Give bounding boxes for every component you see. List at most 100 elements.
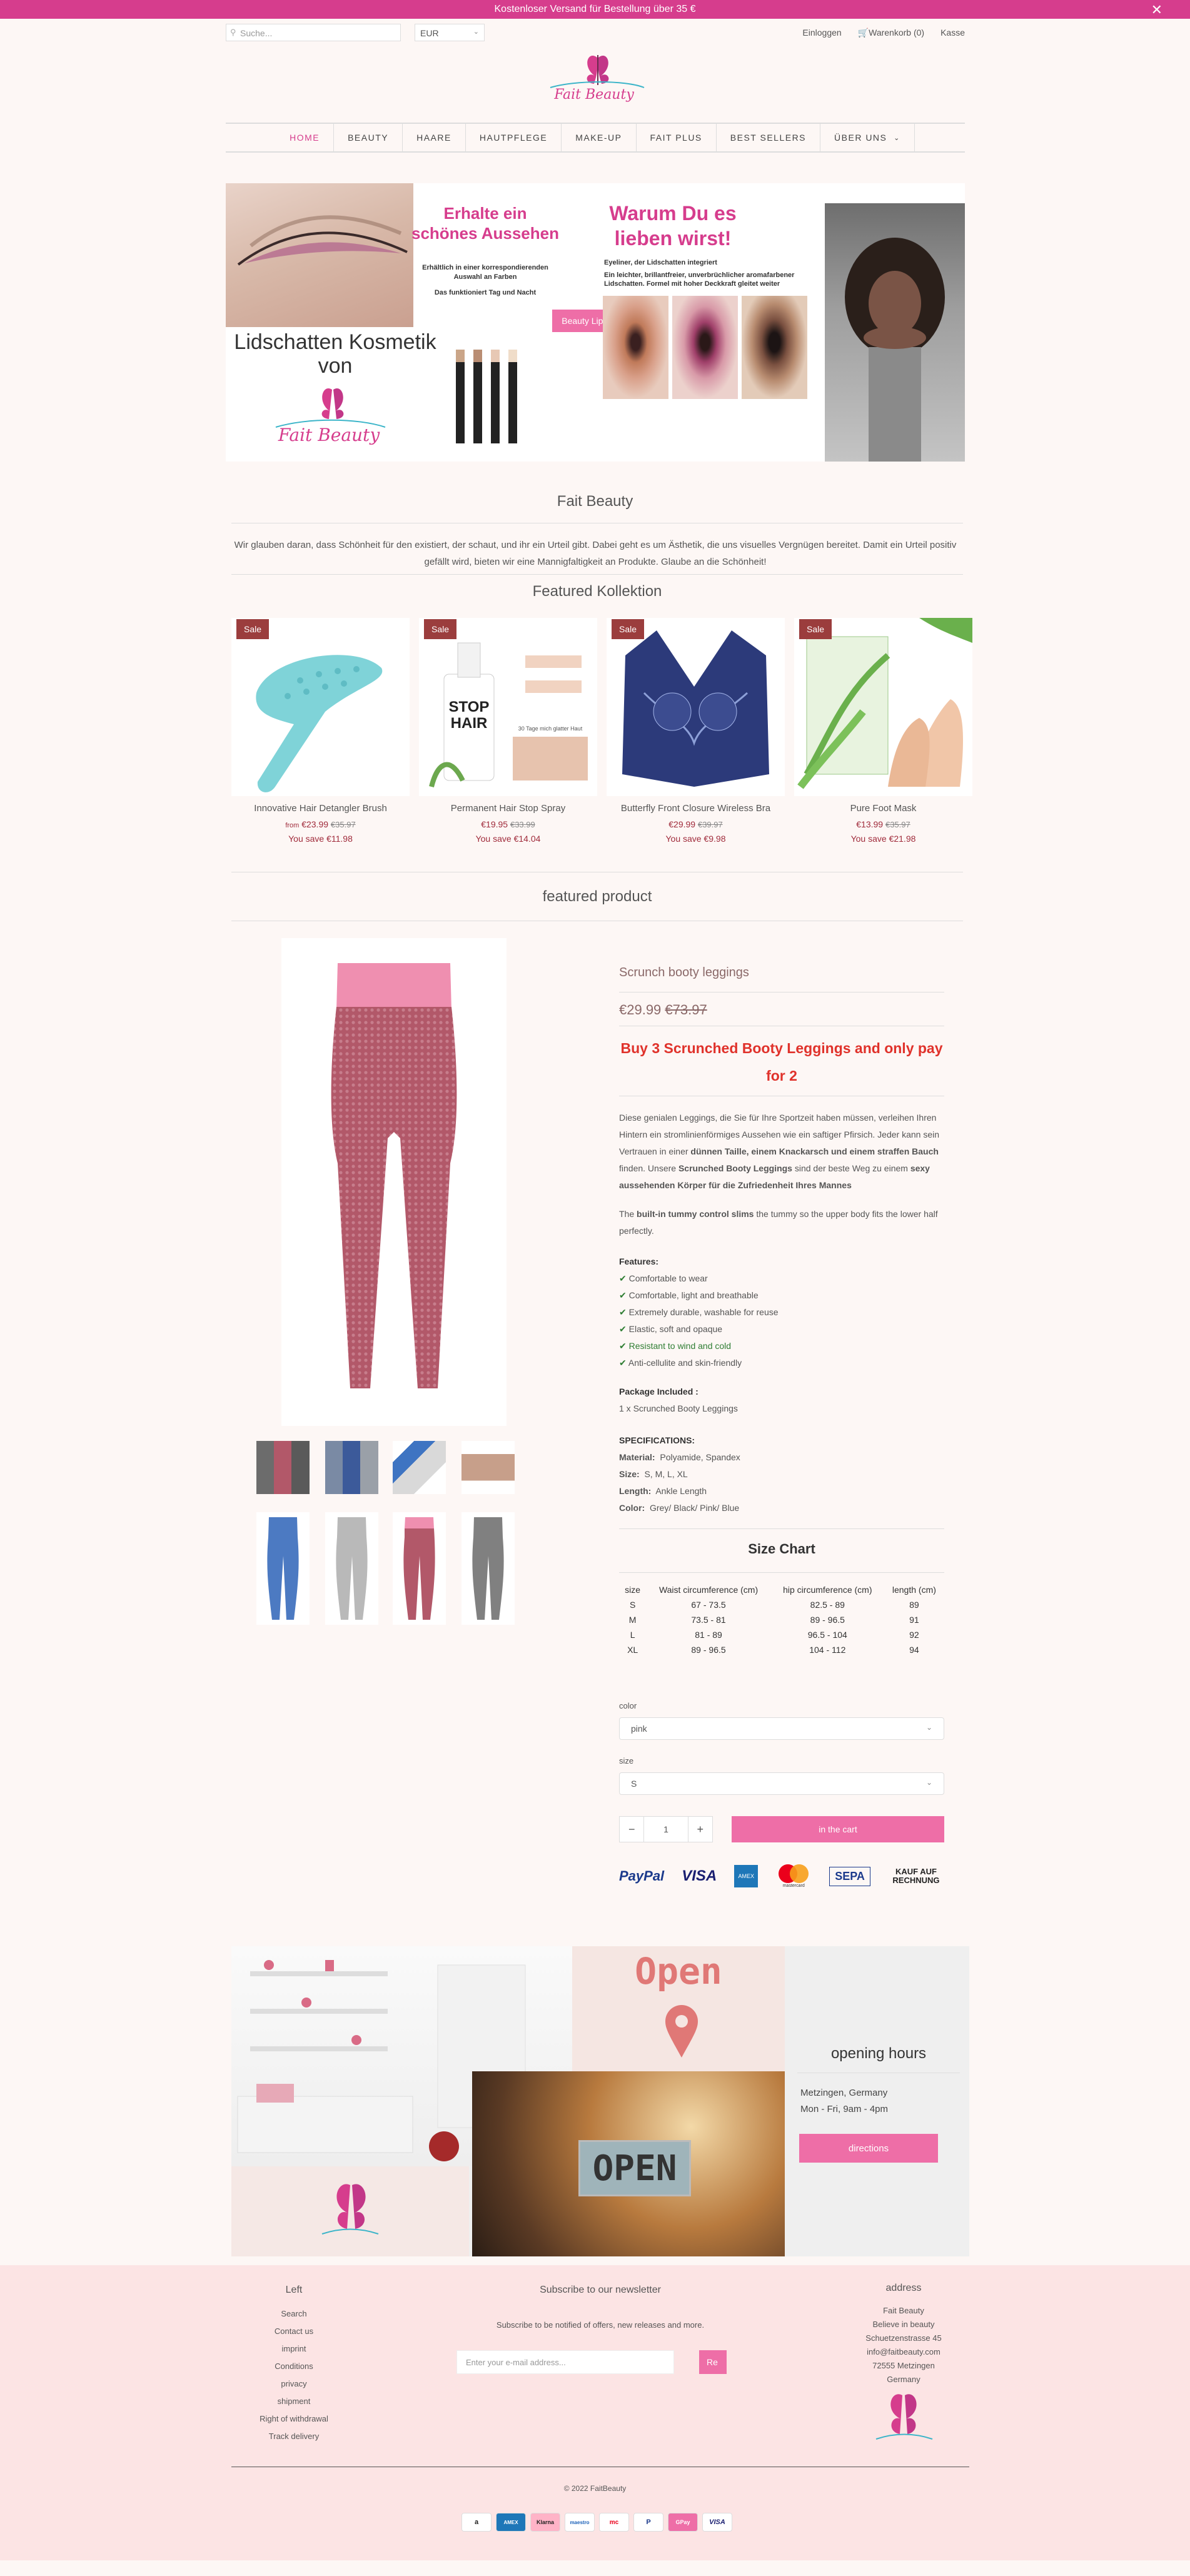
size-label: size — [619, 1756, 634, 1765]
logo-tile — [231, 2166, 469, 2256]
product-name[interactable]: Innovative Hair Detangler Brush — [231, 803, 410, 814]
banner-sub-2: Auswahl an Farben — [453, 273, 517, 281]
nav-hautpflege[interactable]: HAUTPFLEGE — [465, 123, 561, 152]
cell: XL — [627, 1645, 638, 1655]
product-image[interactable]: Sale — [607, 618, 785, 796]
klarna-icon: Klarna — [530, 2513, 560, 2532]
check-icon: ✔ — [619, 1341, 627, 1351]
banner-logo: Fait Beauty — [275, 388, 386, 445]
directions-button[interactable]: directions — [799, 2134, 938, 2163]
cart-link[interactable]: 🛒Warenkorb (0) — [858, 28, 924, 38]
footer-link-shipment[interactable]: shipment — [238, 2393, 350, 2410]
color-select[interactable]: pink ⌄ — [619, 1717, 944, 1740]
maestro-icon: maestro — [565, 2513, 595, 2532]
feature-item: ✔ Elastic, soft and opaque — [619, 1321, 944, 1338]
site-logo[interactable]: Fait Beauty — [538, 51, 650, 109]
main-product-image[interactable] — [281, 938, 507, 1426]
chevron-down-icon: ⌄ — [473, 28, 479, 36]
col-hip: hip circumference (cm) — [783, 1585, 872, 1595]
footer-link-conditions[interactable]: Conditions — [238, 2358, 350, 2375]
banner-headline-2: schönes Aussehen — [411, 224, 559, 243]
nav-beauty[interactable]: BEAUTY — [333, 123, 402, 152]
check-icon: ✔ — [619, 1290, 627, 1300]
address-email[interactable]: info@faitbeauty.com — [850, 2345, 957, 2359]
opening-hours-title: opening hours — [830, 2045, 927, 2062]
search-input[interactable]: ⚲ Suche... — [226, 24, 401, 41]
nav-home[interactable]: HOME — [276, 123, 333, 152]
variant-blue[interactable] — [256, 1512, 310, 1625]
quantity-stepper[interactable]: − 1 + — [619, 1816, 713, 1842]
eyeliner-pencils-image — [451, 346, 520, 458]
banner-headline: Erhalte ein schönes Aussehen — [407, 203, 563, 243]
thumb-1[interactable] — [256, 1441, 310, 1494]
nav-haare[interactable]: HAARE — [402, 123, 465, 152]
cell: 89 - 96.5 — [691, 1645, 726, 1655]
footer-link-contact[interactable]: Contact us — [238, 2323, 350, 2340]
store-location: Metzingen, Germany — [800, 2088, 888, 2098]
desc-text: sind der beste Weg zu einem — [794, 1163, 908, 1173]
variant-pink[interactable] — [393, 1512, 446, 1625]
col-length: length (cm) — [892, 1585, 936, 1595]
thumb-3[interactable] — [393, 1441, 446, 1494]
footer-logo — [875, 2394, 933, 2440]
currency-select[interactable]: EUR ⌄ — [415, 24, 485, 41]
nav-make-up[interactable]: MAKE-UP — [561, 123, 635, 152]
product-image[interactable]: STOP HAIR 30 Tage mich glatter Haut Sale — [419, 618, 597, 796]
size-chart-header: size Waist circumference (cm) hip circumfe… — [619, 1582, 944, 1597]
spec-key: Color: — [619, 1503, 645, 1513]
price-current: €19.95 — [481, 819, 508, 829]
qty-input[interactable]: 1 — [644, 1817, 687, 1842]
check-icon: ✔ — [619, 1358, 627, 1368]
nav-ueber-uns[interactable]: ÜBER UNS ⌄ — [820, 123, 915, 152]
paypal-logo: PayPal — [619, 1868, 665, 1884]
variant-darkgrey[interactable] — [461, 1512, 515, 1625]
close-icon[interactable]: ✕ — [1151, 2, 1162, 18]
email-input[interactable]: Enter your e-mail address... — [456, 2350, 674, 2374]
thumb-2[interactable] — [325, 1441, 378, 1494]
qty-minus-button[interactable]: − — [620, 1817, 645, 1842]
product-savings: You save €9.98 — [665, 834, 726, 844]
currency-value: EUR — [420, 28, 439, 38]
variant-grey[interactable] — [325, 1512, 378, 1625]
spec-key: Size: — [619, 1469, 640, 1479]
featured-collection-title: Featured Kollektion — [532, 583, 662, 600]
cell: 67 - 73.5 — [691, 1600, 726, 1610]
open-sign-text: Open — [635, 1950, 722, 1993]
footer-link-track[interactable]: Track delivery — [238, 2428, 350, 2445]
nav-fait-plus[interactable]: FAIT PLUS — [635, 123, 716, 152]
package-info: Package Included : 1 x Scrunched Booty L… — [619, 1383, 944, 1417]
address-title: address — [885, 2283, 922, 2293]
thumb-4[interactable] — [461, 1441, 515, 1494]
price-old: €33.99 — [510, 820, 535, 829]
banner-desc-1: Eyeliner, der Lidschatten integriert — [604, 259, 717, 266]
footer-link-imprint[interactable]: imprint — [238, 2340, 350, 2358]
check-icon: ✔ — [619, 1324, 627, 1334]
product-price: €29.99 €73.97 — [619, 1002, 707, 1018]
nav-best-sellers[interactable]: BEST SELLERS — [715, 123, 820, 152]
subscribe-button[interactable]: Re — [699, 2350, 727, 2374]
about-title: Fait Beauty — [557, 493, 633, 510]
cell: M — [628, 1615, 637, 1625]
product-image[interactable]: Sale — [794, 618, 972, 796]
product-image[interactable]: Sale — [231, 618, 410, 796]
footer-link-search[interactable]: Search — [238, 2305, 350, 2323]
qty-plus-button[interactable]: + — [687, 1817, 712, 1842]
package-label: Package Included : — [619, 1386, 698, 1397]
search-placeholder: Suche... — [240, 28, 273, 38]
chevron-down-icon: ⌄ — [894, 134, 900, 142]
product-name[interactable]: Butterfly Front Closure Wireless Bra — [607, 803, 785, 814]
address-line: Fait Beauty — [883, 2306, 924, 2315]
cart-icon: 🛒 — [857, 28, 869, 38]
spec-row: Length: Ankle Length — [619, 1483, 944, 1500]
checkout-link[interactable]: Kasse — [940, 28, 965, 38]
footer-link-privacy[interactable]: privacy — [238, 2375, 350, 2393]
hero-banner[interactable]: Erhalte ein schönes Aussehen Erhältlich … — [226, 183, 965, 462]
add-to-cart-button[interactable]: in the cart — [732, 1816, 944, 1842]
amex-icon: AMEX — [496, 2513, 526, 2532]
login-link[interactable]: Einloggen — [802, 28, 841, 38]
footer-link-withdrawal[interactable]: Right of withdrawal — [238, 2410, 350, 2428]
banner-desc-2: Ein leichter, brillantfreier, unverbrüch… — [604, 271, 795, 279]
product-name[interactable]: Pure Foot Mask — [794, 803, 972, 814]
product-name[interactable]: Permanent Hair Stop Spray — [419, 803, 597, 814]
size-select[interactable]: S ⌄ — [619, 1772, 944, 1795]
